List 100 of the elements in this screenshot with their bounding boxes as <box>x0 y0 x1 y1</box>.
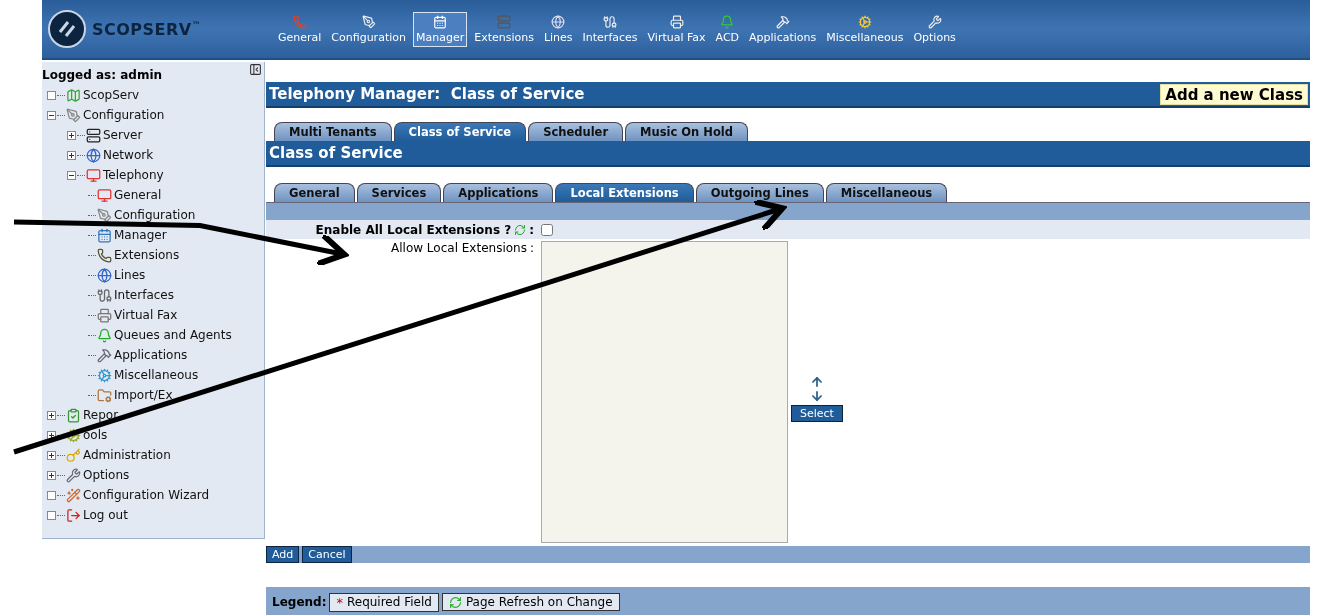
field-label: Allow Local Extensions <box>391 241 527 255</box>
arrow-down-icon[interactable] <box>809 389 824 403</box>
toolbar-button[interactable]: General <box>275 11 325 47</box>
plus-icon <box>49 452 54 458</box>
refresh-icon <box>448 595 462 609</box>
toolbar-button[interactable]: Configuration <box>328 11 409 47</box>
cable-icon <box>97 287 112 303</box>
select-button[interactable]: Select <box>791 405 843 422</box>
tab[interactable]: Multi Tenants <box>274 122 392 141</box>
tab[interactable]: Applications <box>443 183 554 202</box>
tree-item[interactable]: Virtual Fax <box>114 308 178 322</box>
tree-item[interactable]: Applications <box>114 348 188 362</box>
tree-item[interactable]: Options <box>83 468 130 482</box>
clipboard-icon <box>66 407 81 423</box>
tree-item[interactable]: Network <box>103 148 154 162</box>
refresh-icon <box>514 223 527 236</box>
tab[interactable]: Local Extensions <box>555 183 694 202</box>
pen-icon <box>66 107 81 123</box>
expand-toggle[interactable] <box>67 150 76 160</box>
printer-icon <box>669 14 684 29</box>
tree-item[interactable]: ScopServ <box>83 88 140 102</box>
expand-toggle[interactable] <box>47 430 56 440</box>
tree-item[interactable]: Configuration <box>114 208 196 222</box>
tree-item[interactable]: Manager <box>114 228 167 242</box>
map-icon <box>66 87 81 103</box>
toolbar-button[interactable]: Applications <box>746 11 820 47</box>
calendar-icon <box>97 227 112 243</box>
expand-toggle[interactable] <box>47 450 56 460</box>
tab[interactable]: Scheduler <box>528 122 624 141</box>
node-toggle[interactable] <box>47 90 56 100</box>
monitor-icon <box>97 187 112 203</box>
tree-item[interactable]: Extensions <box>114 248 180 262</box>
legend-label: Legend: <box>272 595 327 609</box>
expand-toggle[interactable] <box>67 130 76 140</box>
tree-item[interactable]: Administration <box>83 448 171 462</box>
tab[interactable]: Services <box>356 183 442 202</box>
toolbar-button[interactable]: Virtual Fax <box>644 11 709 47</box>
phone-icon <box>97 247 112 263</box>
field-label: Enable All Local Extensions ? <box>315 222 512 237</box>
toolbar-button[interactable]: Extensions <box>471 11 537 47</box>
globe-icon <box>97 267 112 283</box>
folder-icon <box>97 387 112 403</box>
printer-icon <box>97 307 112 323</box>
tree-item[interactable]: Telephony <box>103 168 164 182</box>
cog-icon <box>66 427 81 443</box>
tree-item[interactable]: Lines <box>114 268 146 282</box>
collapse-toggle[interactable] <box>47 110 56 120</box>
bell-icon <box>720 14 735 29</box>
toolbar-button[interactable]: Miscellaneous <box>823 11 907 47</box>
tree-item[interactable]: General <box>114 188 162 202</box>
exit-icon <box>66 507 81 523</box>
toolbar-button[interactable]: Options <box>910 11 959 47</box>
pen-icon <box>361 14 376 29</box>
tree-item[interactable]: Log out <box>83 508 128 522</box>
tab[interactable]: Miscellaneous <box>825 183 948 202</box>
tree-item[interactable]: Miscellaneous <box>114 368 199 382</box>
tree-item[interactable]: Interfaces <box>114 288 174 302</box>
page-title: Telephony Manager: Class of Service <box>269 85 585 103</box>
tree-item[interactable]: Import/Ex <box>114 388 173 402</box>
collapse-panel-icon[interactable] <box>249 63 262 76</box>
server-icon <box>86 127 101 143</box>
tab[interactable]: Class of Service <box>393 122 527 141</box>
logged-user-label: Logged as: admin <box>42 67 163 82</box>
toolbar-button[interactable]: ACD <box>712 11 743 47</box>
server-icon <box>497 14 512 29</box>
action-button[interactable]: Cancel <box>302 546 352 563</box>
action-button[interactable]: Add <box>266 546 300 563</box>
tree-item[interactable]: ools <box>83 428 108 442</box>
logo-text: SCOPSERV™ <box>92 19 202 39</box>
expand-toggle[interactable] <box>47 470 56 480</box>
tree-item[interactable]: Server <box>103 128 143 142</box>
globe-icon <box>551 14 566 29</box>
expand-toggle[interactable] <box>47 410 56 420</box>
logo-icon <box>48 10 86 48</box>
add-class-button[interactable]: Add a new Class <box>1160 83 1308 105</box>
tree-item[interactable]: Configuration Wizard <box>83 488 210 502</box>
hammer-icon <box>775 14 790 29</box>
cog-icon <box>857 14 872 29</box>
key-icon <box>66 447 81 463</box>
tab[interactable]: General <box>274 183 355 202</box>
phone-icon <box>292 14 307 29</box>
tab[interactable]: Music On Hold <box>625 122 748 141</box>
colon-text: : <box>529 222 534 237</box>
toolbar-button[interactable]: Interfaces <box>579 11 641 47</box>
minus-icon <box>69 174 74 176</box>
monitor-icon <box>86 167 101 183</box>
pen-icon <box>97 207 112 223</box>
plus-icon <box>49 412 54 418</box>
toolbar-button[interactable]: Lines <box>540 11 576 47</box>
plus-icon <box>49 432 54 438</box>
plus-icon <box>69 132 74 138</box>
legend-text: Page Refresh on Change <box>465 595 613 609</box>
calendar-icon <box>433 14 448 29</box>
enable-checkbox[interactable] <box>541 223 553 236</box>
tree-item[interactable]: Queues and Agents <box>114 328 232 342</box>
collapse-toggle[interactable] <box>67 170 76 180</box>
tab[interactable]: Outgoing Lines <box>695 183 824 202</box>
tree-item[interactable]: Configuration <box>83 108 165 122</box>
toolbar-button[interactable]: Manager <box>412 11 468 47</box>
hammer-icon <box>97 347 112 363</box>
